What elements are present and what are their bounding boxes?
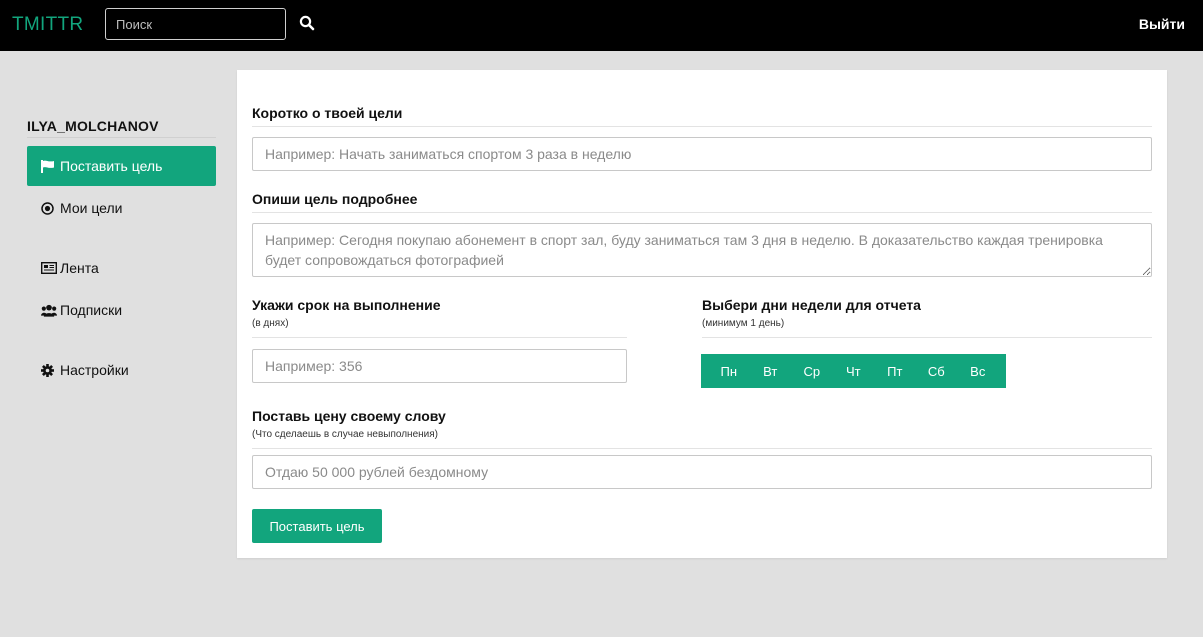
day-toggle-fri[interactable]: Пт <box>874 354 916 388</box>
penalty-input[interactable] <box>252 455 1152 489</box>
day-toggle-wed[interactable]: Ср <box>791 354 833 388</box>
goal-form-card: Коротко о твоей цели Опиши цель подробне… <box>237 70 1167 558</box>
sidebar-item-feed[interactable]: Лента <box>27 248 216 288</box>
report-days-title: Выбери дни недели для отчета <box>702 297 921 313</box>
report-days-subtitle: (минимум 1 день) <box>702 318 785 329</box>
users-icon <box>41 303 57 317</box>
sidebar-item-subscriptions[interactable]: Подписки <box>27 290 216 330</box>
sidebar-item-new-goal[interactable]: Поставить цель <box>27 146 216 186</box>
divider <box>252 212 1152 213</box>
short-goal-input[interactable] <box>252 137 1152 171</box>
short-goal-title: Коротко о твоей цели <box>252 105 403 121</box>
sidebar-item-label: Подписки <box>60 302 123 318</box>
sidebar: ILYA_MOLCHANOV Поставить цель Мои цели Л… <box>27 118 216 390</box>
deadline-subtitle: (в днях) <box>252 318 289 329</box>
search-icon <box>299 15 315 30</box>
divider <box>252 126 1152 127</box>
day-toggle-sat[interactable]: Сб <box>916 354 958 388</box>
flag-icon <box>41 159 57 173</box>
day-toggle-mon[interactable]: Пн <box>708 354 750 388</box>
detail-goal-title: Опиши цель подробнее <box>252 191 418 207</box>
divider <box>252 448 1152 449</box>
divider <box>252 337 627 338</box>
sidebar-item-settings[interactable]: Настройки <box>27 350 216 390</box>
sidebar-item-label: Настройки <box>60 362 129 378</box>
detail-goal-textarea[interactable] <box>252 223 1152 277</box>
weekday-selector: Пн Вт Ср Чт Пт Сб Вс <box>701 354 1006 388</box>
search-input[interactable] <box>105 8 286 40</box>
penalty-title: Поставь цену своему слову <box>252 408 446 424</box>
penalty-subtitle: (Что сделаешь в случае невыполнения) <box>252 429 438 440</box>
newspaper-icon <box>41 261 57 275</box>
sidebar-item-my-goals[interactable]: Мои цели <box>27 188 216 228</box>
logout-link[interactable]: Выйти <box>1139 16 1185 32</box>
day-toggle-thu[interactable]: Чт <box>833 354 875 388</box>
divider <box>702 337 1152 338</box>
day-toggle-tue[interactable]: Вт <box>750 354 792 388</box>
submit-goal-button[interactable]: Поставить цель <box>252 509 382 543</box>
sidebar-item-label: Лента <box>60 260 99 276</box>
top-navbar: TMITTR Выйти <box>0 0 1203 51</box>
deadline-title: Укажи срок на выполнение <box>252 297 441 313</box>
brand-logo[interactable]: TMITTR <box>12 14 83 36</box>
sidebar-item-label: Мои цели <box>60 200 123 216</box>
gear-icon <box>41 363 57 377</box>
username: ILYA_MOLCHANOV <box>27 118 216 138</box>
target-icon <box>41 201 57 215</box>
day-toggle-sun[interactable]: Вс <box>957 354 999 388</box>
sidebar-item-label: Поставить цель <box>60 158 163 174</box>
deadline-input[interactable] <box>252 349 627 383</box>
search-button[interactable] <box>297 14 317 34</box>
